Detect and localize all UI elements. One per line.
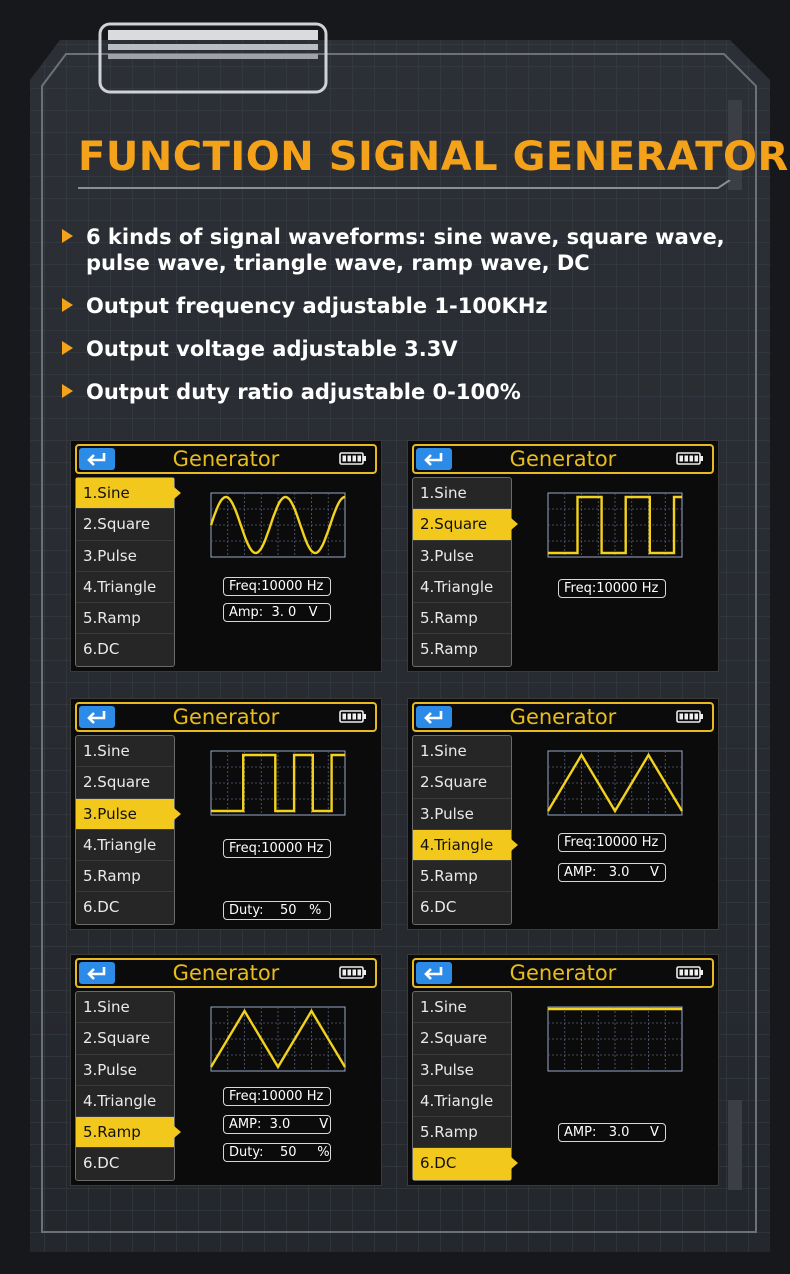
battery-icon	[676, 452, 703, 465]
feature-item: Output duty ratio adjustable 0-100%	[62, 379, 762, 405]
battery-icon	[339, 452, 366, 465]
menu-item[interactable]: 6.DC	[76, 1148, 174, 1179]
menu-item[interactable]: 1.Sine	[413, 736, 511, 768]
generator-screen-dc: Generator 1.Sine 2.Square 3.Pulse 4.Triangle…	[407, 954, 719, 1186]
parameter-field[interactable]: Amp: 3. 0 V	[223, 603, 331, 622]
screen-header: Generator	[412, 702, 714, 732]
menu-item[interactable]: 3.Pulse	[76, 1055, 174, 1086]
page-title: FUNCTION SIGNAL GENERATOR	[78, 134, 789, 180]
waveform-display	[210, 750, 346, 816]
menu-item[interactable]: 3.Pulse	[413, 1055, 511, 1086]
menu-item[interactable]: 2.Square	[76, 767, 174, 799]
screen-title: Generator	[509, 447, 617, 471]
menu-item[interactable]: 5.Ramp	[413, 861, 511, 893]
menu-item[interactable]: 5.Ramp	[76, 861, 174, 893]
parameter-field[interactable]: Freq:10000 Hz	[223, 1087, 331, 1106]
generator-screen-sine: Generator 1.Sine 2.Square 3.Pulse 4.Triangle…	[70, 440, 382, 672]
screen-title: Generator	[172, 447, 280, 471]
menu-item[interactable]: 4.Triangle	[413, 829, 518, 862]
menu-item[interactable]: 4.Triangle	[76, 1086, 174, 1118]
menu-item[interactable]: 2.Square	[76, 509, 174, 541]
screen-title: Generator	[509, 961, 617, 985]
menu-item[interactable]: 1.Sine	[413, 478, 511, 510]
parameter-field[interactable]: AMP: 3.0 V	[223, 1115, 331, 1134]
generator-screen-triangle: Generator 1.Sine 2.Square 3.Pulse 4.Triangle…	[407, 698, 719, 930]
menu-item[interactable]: 3.Pulse	[413, 541, 511, 572]
menu-item[interactable]: 2.Square	[413, 767, 511, 799]
menu-item[interactable]: 5.Ramp	[76, 603, 174, 635]
battery-icon	[339, 710, 366, 723]
battery-icon	[339, 966, 366, 979]
menu-item[interactable]: 3.Pulse	[76, 798, 181, 830]
generator-screen-pulse: Generator 1.Sine 2.Square 3.Pulse 4.Triangle…	[70, 698, 382, 930]
parameter-field[interactable]: Freq:10000 Hz	[223, 577, 331, 596]
menu-item[interactable]: 2.Square	[76, 1023, 174, 1055]
parameter-field[interactable]: Freq:10000 Hz	[223, 839, 331, 858]
menu-item[interactable]: 6.DC	[413, 892, 511, 923]
feature-item: Output frequency adjustable 1-100KHz	[62, 293, 762, 319]
menu-item[interactable]: 4.Triangle	[76, 830, 174, 862]
menu-item[interactable]: 1.Sine	[413, 992, 511, 1024]
menu-item[interactable]: 6.DC	[413, 1148, 518, 1180]
menu-item[interactable]: 3.Pulse	[76, 541, 174, 572]
menu-item[interactable]: 5.Ramp	[413, 603, 511, 635]
menu-item[interactable]: 6.DC	[76, 892, 174, 923]
parameter-field[interactable]: Freq:10000 Hz	[558, 833, 666, 852]
screen-title: Generator	[172, 705, 280, 729]
menu-item[interactable]: 4.Triangle	[413, 572, 511, 604]
feature-item: 6 kinds of signal waveforms: sine wave, …	[62, 224, 762, 276]
menu-item[interactable]: 4.Triangle	[413, 1086, 511, 1118]
waveform-display	[547, 1006, 683, 1072]
battery-icon	[676, 966, 703, 979]
waveform-menu: 1.Sine 2.Square 3.Pulse 4.Triangle 5.Ramp 5.R…	[412, 477, 518, 667]
generator-screen-square: Generator 1.Sine 2.Square 3.Pulse 4.Triangle…	[407, 440, 719, 672]
menu-item[interactable]: 4.Triangle	[76, 572, 174, 604]
parameter-field[interactable]: AMP: 3.0 V	[558, 1123, 666, 1142]
parameter-field[interactable]: Duty: 50 %	[223, 1143, 331, 1162]
menu-item[interactable]: 2.Square	[413, 509, 518, 541]
battery-icon	[676, 710, 703, 723]
waveform-display	[209, 492, 346, 558]
screen-header: Generator	[75, 444, 377, 474]
feature-list: 6 kinds of signal waveforms: sine wave, …	[62, 224, 762, 422]
waveform-menu: 1.Sine 2.Square 3.Pulse 4.Triangle 5.Ramp 6.D…	[412, 735, 518, 925]
arrow-right-icon	[62, 229, 73, 243]
screen-title: Generator	[509, 705, 617, 729]
screen-header: Generator	[75, 702, 377, 732]
waveform-menu: 1.Sine 2.Square 3.Pulse 4.Triangle 5.Ramp 6.D…	[75, 735, 181, 925]
parameter-field[interactable]: Freq:10000 Hz	[558, 579, 666, 598]
menu-item[interactable]: 6.DC	[76, 634, 174, 665]
screen-header: Generator	[75, 958, 377, 988]
menu-item[interactable]: 5.Ramp	[413, 1117, 511, 1149]
waveform-display	[209, 1006, 347, 1072]
clipboard-clip	[98, 22, 328, 94]
waveform-display	[546, 750, 684, 816]
waveform-menu: 1.Sine 2.Square 3.Pulse 4.Triangle 5.Ramp 6.D…	[75, 477, 181, 667]
menu-item[interactable]: 1.Sine	[76, 736, 174, 768]
menu-item[interactable]: 5.Ramp	[76, 1117, 181, 1149]
arrow-right-icon	[62, 341, 73, 355]
screen-header: Generator	[412, 958, 714, 988]
screen-header: Generator	[412, 444, 714, 474]
waveform-menu: 1.Sine 2.Square 3.Pulse 4.Triangle 5.Ramp 6.D…	[75, 991, 181, 1181]
arrow-right-icon	[62, 298, 73, 312]
menu-item[interactable]: 3.Pulse	[413, 799, 511, 830]
feature-item: Output voltage adjustable 3.3V	[62, 336, 762, 362]
parameter-field[interactable]: Duty: 50 %	[223, 901, 331, 920]
menu-item[interactable]: 1.Sine	[76, 478, 181, 510]
parameter-field[interactable]: AMP: 3.0 V	[558, 863, 666, 882]
menu-item[interactable]: 5.Ramp	[413, 634, 511, 665]
screen-title: Generator	[172, 961, 280, 985]
arrow-right-icon	[62, 384, 73, 398]
menu-item[interactable]: 2.Square	[413, 1023, 511, 1055]
title-underline	[78, 180, 731, 189]
waveform-menu: 1.Sine 2.Square 3.Pulse 4.Triangle 5.Ramp 6.D…	[412, 991, 518, 1181]
generator-screen-ramp: Generator 1.Sine 2.Square 3.Pulse 4.Triangle…	[70, 954, 382, 1186]
menu-item[interactable]: 1.Sine	[76, 992, 174, 1024]
waveform-display	[547, 492, 683, 558]
